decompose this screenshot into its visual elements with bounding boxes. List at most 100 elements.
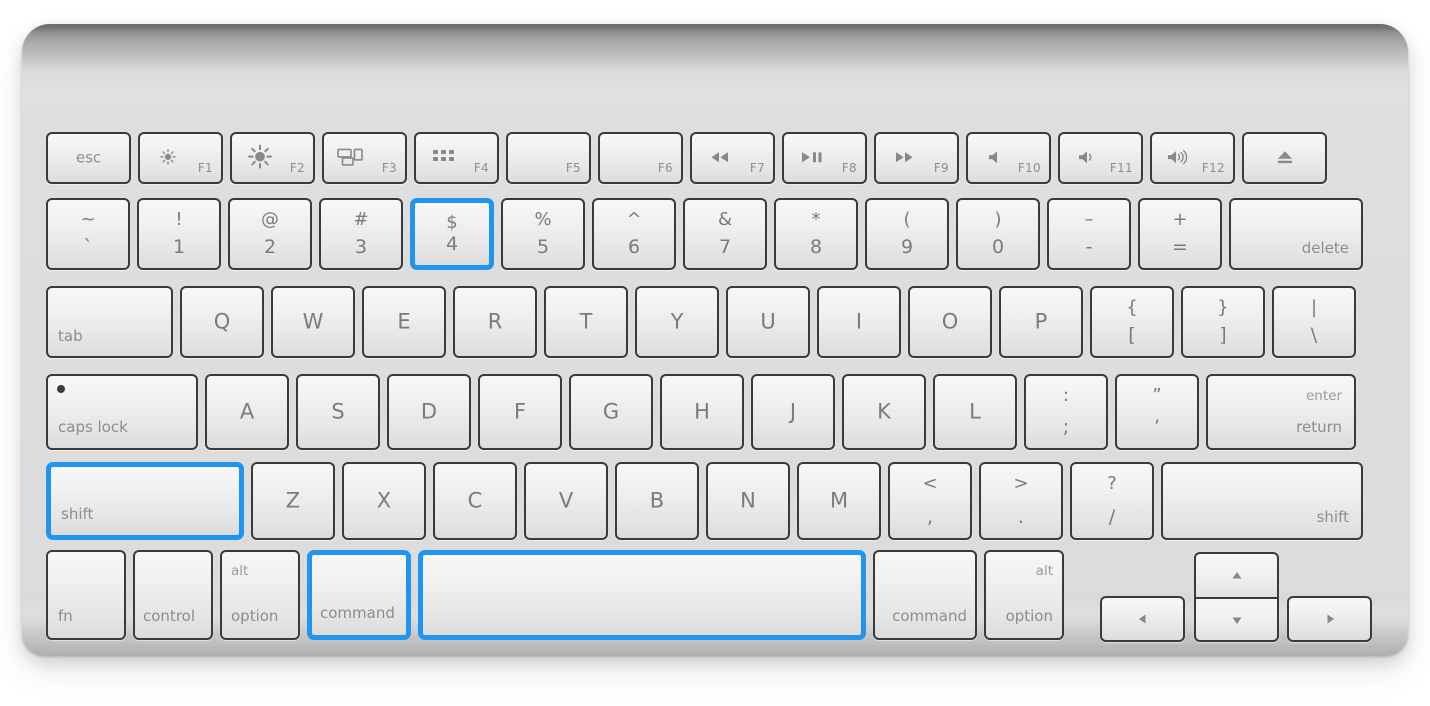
key-semicolon-label: ; [1062,416,1070,438]
key-k[interactable]: K [842,374,926,450]
key-u[interactable]: U [726,286,810,358]
key-m[interactable]: M [797,462,881,540]
key-f1[interactable]: F1 [138,132,223,184]
key-option-left[interactable]: alt option [220,550,300,640]
key-5[interactable]: % 5 [501,198,585,270]
key-f10[interactable]: F10 [966,132,1051,184]
key-l[interactable]: L [933,374,1017,450]
key-0[interactable]: ) 0 [956,198,1040,270]
key-a-label: A [239,399,255,424]
key-arrow-left[interactable] [1100,596,1185,642]
key-8[interactable]: * 8 [774,198,858,270]
key-h[interactable]: H [660,374,744,450]
key-bracket-left[interactable]: { [ [1090,286,1174,358]
key-o[interactable]: O [908,286,992,358]
key-f3-label: F3 [381,161,397,175]
key-6-label: 6 [627,236,641,258]
key-esc[interactable]: esc [46,132,131,184]
key-period[interactable]: > . [979,462,1063,540]
key-e[interactable]: E [362,286,446,358]
key-7-shift-label: & [717,209,733,230]
key-bracket-left-shift-label: { [1126,297,1138,318]
key-bracket-right-shift-label: } [1217,297,1229,318]
key-x[interactable]: X [342,462,426,540]
key-backslash[interactable]: | \ [1272,286,1356,358]
key-period-shift-label: > [1013,473,1029,494]
key-w-label: W [302,309,324,334]
key-return[interactable]: enter return [1206,374,1356,450]
key-command-right-label: command [892,607,967,625]
key-f7[interactable]: F7 [690,132,775,184]
key-n-label: N [740,488,756,513]
key-f-label: F [513,399,527,424]
key-r[interactable]: R [453,286,537,358]
key-backtick[interactable]: ~ ` [46,198,130,270]
key-9[interactable]: ( 9 [865,198,949,270]
key-f6[interactable]: F6 [598,132,683,184]
key-f11[interactable]: F11 [1058,132,1143,184]
key-g[interactable]: G [569,374,653,450]
key-p[interactable]: P [999,286,1083,358]
key-a[interactable]: A [205,374,289,450]
key-comma[interactable]: < , [888,462,972,540]
key-f12[interactable]: F12 [1150,132,1235,184]
key-i[interactable]: I [817,286,901,358]
key-backslash-label: \ [1310,324,1318,346]
key-eject[interactable] [1242,132,1327,184]
key-6[interactable]: ^ 6 [592,198,676,270]
key-c[interactable]: C [433,462,517,540]
key-q[interactable]: Q [180,286,264,358]
key-f9[interactable]: F9 [874,132,959,184]
key-s[interactable]: S [296,374,380,450]
key-tab[interactable]: tab [46,286,173,358]
key-f4[interactable]: F4 [414,132,499,184]
key-t[interactable]: T [544,286,628,358]
key-quote[interactable]: ” ’ [1115,374,1199,450]
key-3-shift-label: # [353,209,369,230]
key-j[interactable]: J [751,374,835,450]
key-fn[interactable]: fn [46,550,126,640]
key-w[interactable]: W [271,286,355,358]
key-7[interactable]: & 7 [683,198,767,270]
key-2[interactable]: @ 2 [228,198,312,270]
key-l-label: L [969,399,981,424]
key-3[interactable]: # 3 [319,198,403,270]
key-f5[interactable]: F5 [506,132,591,184]
key-9-label: 9 [900,236,914,258]
key-delete[interactable]: delete [1229,198,1363,270]
key-shift-left[interactable]: shift [46,462,244,540]
key-slash[interactable]: ? / [1070,462,1154,540]
key-option-right[interactable]: alt option [984,550,1064,640]
key-1[interactable]: ! 1 [137,198,221,270]
key-caps-lock[interactable]: caps lock [46,374,198,450]
key-arrow-right[interactable] [1287,596,1372,642]
key-arrow-up[interactable] [1196,554,1277,597]
key-command-left[interactable]: command [307,550,411,640]
key-d[interactable]: D [387,374,471,450]
key-control[interactable]: control [133,550,213,640]
key-bracket-right[interactable]: } ] [1181,286,1265,358]
key-f8[interactable]: F8 [782,132,867,184]
key-f2[interactable]: F2 [230,132,315,184]
key-z[interactable]: Z [251,462,335,540]
key-f3[interactable]: F3 [322,132,407,184]
key-n[interactable]: N [706,462,790,540]
key-bracket-right-label: ] [1219,324,1227,346]
key-y[interactable]: Y [635,286,719,358]
key-f[interactable]: F [478,374,562,450]
key-arrow-down[interactable] [1196,597,1277,640]
key-equal[interactable]: + = [1138,198,1222,270]
key-v[interactable]: V [524,462,608,540]
key-option-right-alt-label: alt [1035,563,1053,579]
key-command-left-label: command [320,604,395,622]
key-slash-shift-label: ? [1107,473,1117,494]
key-shift-right[interactable]: shift [1161,462,1363,540]
key-command-right[interactable]: command [873,550,977,640]
key-4[interactable]: $ 4 [410,198,494,270]
key-minus[interactable]: – - [1047,198,1131,270]
key-8-shift-label: * [811,209,821,230]
key-b[interactable]: B [615,462,699,540]
key-m-label: M [829,488,849,513]
key-space[interactable] [418,550,866,640]
key-semicolon[interactable]: : ; [1024,374,1108,450]
